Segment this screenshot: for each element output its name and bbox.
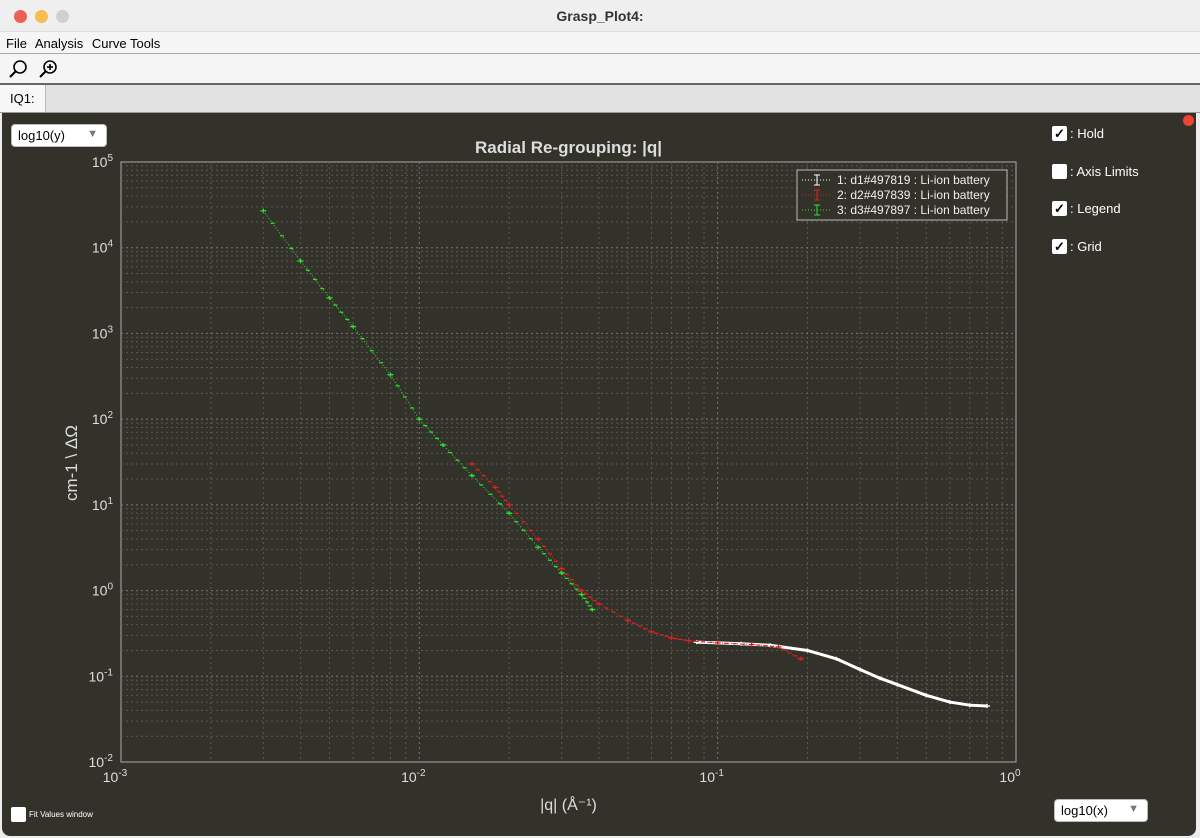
data-point	[468, 461, 475, 466]
checkbox-legend[interactable]: ✓: Legend	[1052, 201, 1121, 216]
x-axis-label: |q| (Å⁻¹)	[540, 795, 597, 814]
data-point	[416, 417, 423, 422]
chart-title: Radial Re-grouping: |q|	[475, 138, 662, 157]
data-point	[260, 208, 267, 213]
close-button[interactable]	[14, 10, 27, 23]
checkbox-hold[interactable]: ✓: Hold	[1052, 126, 1104, 141]
checkbox-box[interactable]	[1052, 163, 1067, 179]
legend-entry: 1: d1#497819 : Li-ion battery	[837, 173, 990, 187]
checkbox-label: : Grid	[1070, 238, 1102, 254]
legend: 1: d1#497819 : Li-ion battery2: d2#49783…	[796, 169, 1008, 221]
data-point	[439, 442, 446, 447]
zoom-in-icon[interactable]	[38, 59, 58, 79]
chart: 10-3 10-2 10-1 10010-210-110010110210310410…	[62, 138, 1021, 814]
y-tick-label: 104	[92, 239, 114, 256]
minimize-button[interactable]	[35, 10, 48, 23]
window-title: Grasp_Plot4:	[556, 8, 644, 24]
data-point	[535, 536, 542, 541]
y-tick-label: 102	[92, 410, 114, 427]
y-tick-label: 101	[92, 496, 114, 513]
menu-analysis[interactable]: Analysis	[35, 36, 83, 51]
zoom-icon[interactable]	[8, 59, 28, 79]
menu-bar: File Analysis Curve Tools	[0, 32, 1200, 54]
title-bar: Grasp_Plot4:	[0, 0, 1200, 32]
status-dot	[1183, 115, 1194, 126]
checkbox-label: : Hold	[1070, 126, 1104, 141]
plot-panel: log10(y) ▼ log10(x) ▼ ✓: Hold: Axis Limits…	[2, 113, 1196, 836]
x-tick-label: 100	[999, 768, 1021, 785]
data-point	[468, 473, 475, 478]
checkbox-box[interactable]: ✓	[1052, 238, 1067, 254]
x-scale-value: log10(x)	[1061, 803, 1108, 818]
checkbox-axislimits[interactable]: : Axis Limits	[1052, 163, 1139, 179]
maximize-button[interactable]	[56, 10, 69, 23]
y-tick-label: 10-2	[89, 753, 114, 770]
y-tick-label: 10-1	[89, 667, 114, 684]
data-point	[297, 258, 304, 263]
legend-entry: 3: d3#497897 : Li-ion battery	[837, 203, 990, 217]
x-tick-label: 10-2	[401, 768, 426, 785]
data-point	[578, 588, 585, 593]
data-point	[668, 635, 675, 640]
tab-bar: IQ1:	[0, 85, 1200, 113]
series-line-1	[696, 640, 988, 708]
data-point	[506, 502, 513, 507]
data-point	[589, 607, 596, 612]
data-point	[506, 511, 513, 516]
x-tick-label: 10-3	[103, 768, 128, 785]
data-point	[797, 656, 804, 661]
tab-iq1[interactable]: IQ1:	[0, 85, 46, 112]
checkbox-box[interactable]: ✓	[1052, 126, 1067, 141]
menu-curve-tools[interactable]: Curve Tools	[92, 36, 160, 51]
chevron-down-icon: ▼	[1128, 803, 1139, 815]
y-tick-label: 105	[92, 153, 114, 170]
y-tick-label: 103	[92, 324, 114, 341]
data-point	[387, 372, 394, 377]
menu-file[interactable]: File	[6, 36, 27, 51]
checkbox-label: : Axis Limits	[1070, 163, 1139, 179]
checkbox-box[interactable]: ✓	[1052, 201, 1067, 216]
data-point	[326, 295, 333, 300]
data-point	[350, 324, 357, 329]
data-point	[685, 638, 692, 643]
checkbox-label: : Legend	[1070, 201, 1121, 216]
data-point	[578, 592, 585, 597]
series-line-2	[471, 463, 802, 660]
data-point	[535, 545, 542, 550]
y-axis-label: cm-1 \ ΔΩ	[62, 425, 81, 501]
y-tick-label: 100	[92, 582, 114, 599]
legend-entry: 2: d2#497839 : Li-ion battery	[837, 188, 990, 202]
x-tick-label: 10-1	[699, 768, 724, 785]
data-point	[558, 566, 565, 571]
checkbox-grid[interactable]: ✓: Grid	[1052, 238, 1102, 254]
toolbar	[0, 54, 1200, 85]
x-scale-select[interactable]: log10(x) ▼	[1054, 799, 1148, 822]
